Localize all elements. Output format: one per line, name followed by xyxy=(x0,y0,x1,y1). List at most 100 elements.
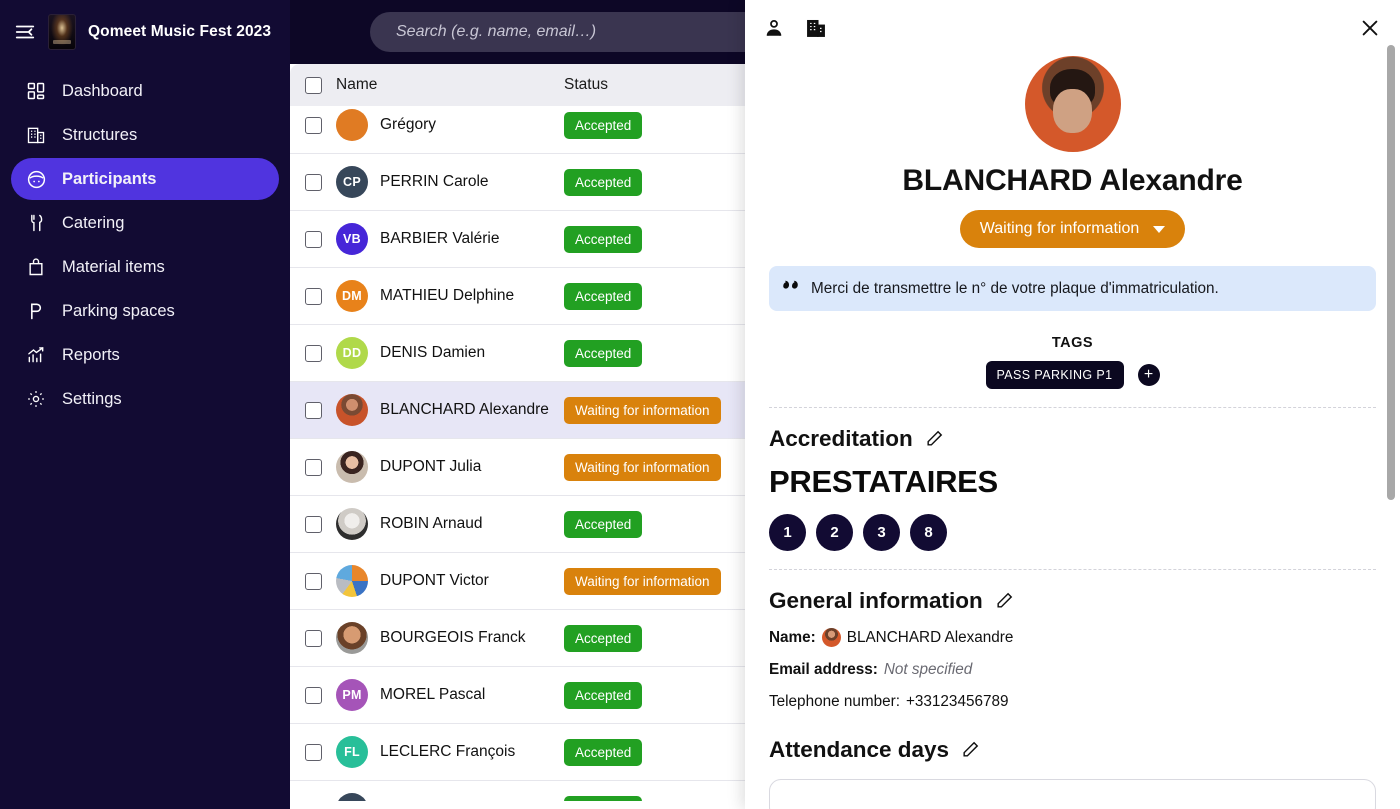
sidebar-item-label: Parking spaces xyxy=(62,301,175,320)
add-tag-button[interactable]: + xyxy=(1137,364,1160,387)
event-poster-thumbnail xyxy=(48,14,76,50)
row-checkbox[interactable] xyxy=(304,344,322,362)
tag-chip[interactable]: PASS PARKING P1 xyxy=(985,361,1124,390)
status-badge[interactable]: Accepted xyxy=(564,795,643,801)
panel-scrollbar[interactable] xyxy=(1387,45,1395,500)
info-email-row: Email address: Not specified xyxy=(769,661,1376,679)
avatar: CR xyxy=(336,793,368,801)
row-checkbox[interactable] xyxy=(304,287,322,305)
status-badge[interactable]: Accepted xyxy=(564,168,643,196)
column-header-status[interactable]: Status xyxy=(564,76,754,94)
accreditation-zone-badge: 2 xyxy=(816,514,853,552)
pencil-icon[interactable] xyxy=(925,429,945,449)
close-icon[interactable] xyxy=(1356,14,1384,42)
row-checkbox-cell xyxy=(290,629,336,647)
status-badge[interactable]: Waiting for information xyxy=(564,396,721,424)
sidebar-item-structures[interactable]: Structures xyxy=(11,114,279,156)
row-name: PERRIN Carole xyxy=(380,172,489,190)
fork-knife-icon xyxy=(25,212,47,234)
row-checkbox-cell xyxy=(290,515,336,533)
row-name: MATHIEU Delphine xyxy=(380,286,515,304)
row-checkbox[interactable] xyxy=(304,230,322,248)
bag-icon xyxy=(25,256,47,278)
sidebar-item-catering[interactable]: Catering xyxy=(11,202,279,244)
row-name-cell[interactable]: DM MATHIEU Delphine xyxy=(336,280,564,312)
status-badge[interactable]: Accepted xyxy=(564,111,643,139)
accreditation-zone-badge: 3 xyxy=(863,514,900,552)
row-checkbox[interactable] xyxy=(304,173,322,191)
attendance-days-card[interactable] xyxy=(769,779,1376,809)
hamburger-collapse-icon[interactable] xyxy=(14,21,36,43)
sidebar-item-settings[interactable]: Settings xyxy=(11,378,279,420)
building-icon[interactable] xyxy=(803,15,829,41)
row-name-cell[interactable]: FL LECLERC François xyxy=(336,736,564,768)
avatar xyxy=(336,394,368,426)
column-header-name[interactable]: Name xyxy=(336,76,564,94)
status-badge[interactable]: Accepted xyxy=(564,624,643,652)
row-name: DENIS Damien xyxy=(380,343,486,361)
row-checkbox[interactable] xyxy=(304,800,322,801)
attendance-days-title: Attendance days xyxy=(769,737,950,763)
status-dropdown[interactable]: Waiting for information xyxy=(960,210,1185,248)
avatar: CP xyxy=(336,166,368,198)
note-text: Merci de transmettre le n° de votre plaq… xyxy=(811,280,1219,297)
select-all-cell xyxy=(290,76,336,94)
row-status-cell: Accepted xyxy=(564,225,754,253)
row-checkbox-cell xyxy=(290,401,336,419)
row-name-cell[interactable]: DUPONT Julia xyxy=(336,451,564,483)
row-name-cell[interactable]: CR RENARD Cindy xyxy=(336,793,564,801)
row-name-cell[interactable]: BOURGEOIS Franck xyxy=(336,622,564,654)
row-checkbox[interactable] xyxy=(304,572,322,590)
sidebar-header: Qomeet Music Fest 2023 xyxy=(0,0,290,64)
general-information-header: General information xyxy=(769,588,1376,614)
row-checkbox[interactable] xyxy=(304,515,322,533)
select-all-checkbox[interactable] xyxy=(304,76,322,94)
row-checkbox[interactable] xyxy=(304,629,322,647)
gear-icon xyxy=(25,388,47,410)
row-name-cell[interactable]: BLANCHARD Alexandre xyxy=(336,394,564,426)
accreditation-name: PRESTATAIRES xyxy=(769,464,998,500)
pencil-icon[interactable] xyxy=(995,591,1015,611)
info-email-label: Email address: xyxy=(769,661,878,679)
sidebar-item-reports[interactable]: Reports xyxy=(11,334,279,376)
status-badge[interactable]: Accepted xyxy=(564,225,643,253)
avatar xyxy=(336,622,368,654)
row-name-cell[interactable]: Grégory xyxy=(336,109,564,141)
sidebar-item-participants[interactable]: Participants xyxy=(11,158,279,200)
status-badge[interactable]: Accepted xyxy=(564,738,643,766)
status-badge[interactable]: Accepted xyxy=(564,681,643,709)
status-badge[interactable]: Waiting for information xyxy=(564,567,721,595)
row-checkbox[interactable] xyxy=(304,116,322,134)
pencil-icon[interactable] xyxy=(961,740,981,760)
row-checkbox[interactable] xyxy=(304,401,322,419)
row-name-cell[interactable]: PM MOREL Pascal xyxy=(336,679,564,711)
row-name-cell[interactable]: CP PERRIN Carole xyxy=(336,166,564,198)
row-name: DUPONT Julia xyxy=(380,457,482,475)
avatar: PM xyxy=(336,679,368,711)
info-name-label: Name: xyxy=(769,628,816,646)
row-name-cell[interactable]: DD DENIS Damien xyxy=(336,337,564,369)
row-status-cell: Accepted xyxy=(564,282,754,310)
sidebar-item-parking-spaces[interactable]: Parking spaces xyxy=(11,290,279,332)
row-name-cell[interactable]: DUPONT Victor xyxy=(336,565,564,597)
person-icon[interactable] xyxy=(761,15,787,41)
status-badge[interactable]: Accepted xyxy=(564,339,643,367)
divider xyxy=(769,569,1376,571)
tags-row: PASS PARKING P1 + xyxy=(769,361,1376,390)
sidebar-item-dashboard[interactable]: Dashboard xyxy=(11,70,279,112)
row-checkbox[interactable] xyxy=(304,458,322,476)
row-checkbox[interactable] xyxy=(304,743,322,761)
status-badge[interactable]: Accepted xyxy=(564,282,643,310)
row-name-cell[interactable]: ROBIN Arnaud xyxy=(336,508,564,540)
status-badge[interactable]: Accepted xyxy=(564,510,643,538)
row-name-cell[interactable]: VB BARBIER Valérie xyxy=(336,223,564,255)
sidebar-item-material-items[interactable]: Material items xyxy=(11,246,279,288)
sidebar-item-label: Dashboard xyxy=(62,81,143,100)
row-checkbox-cell xyxy=(290,458,336,476)
app-title: Qomeet Music Fest 2023 xyxy=(88,23,272,40)
avatar: FL xyxy=(336,736,368,768)
avatar xyxy=(336,508,368,540)
row-checkbox[interactable] xyxy=(304,686,322,704)
status-badge[interactable]: Waiting for information xyxy=(564,453,721,481)
row-status-cell: Accepted xyxy=(564,681,754,709)
